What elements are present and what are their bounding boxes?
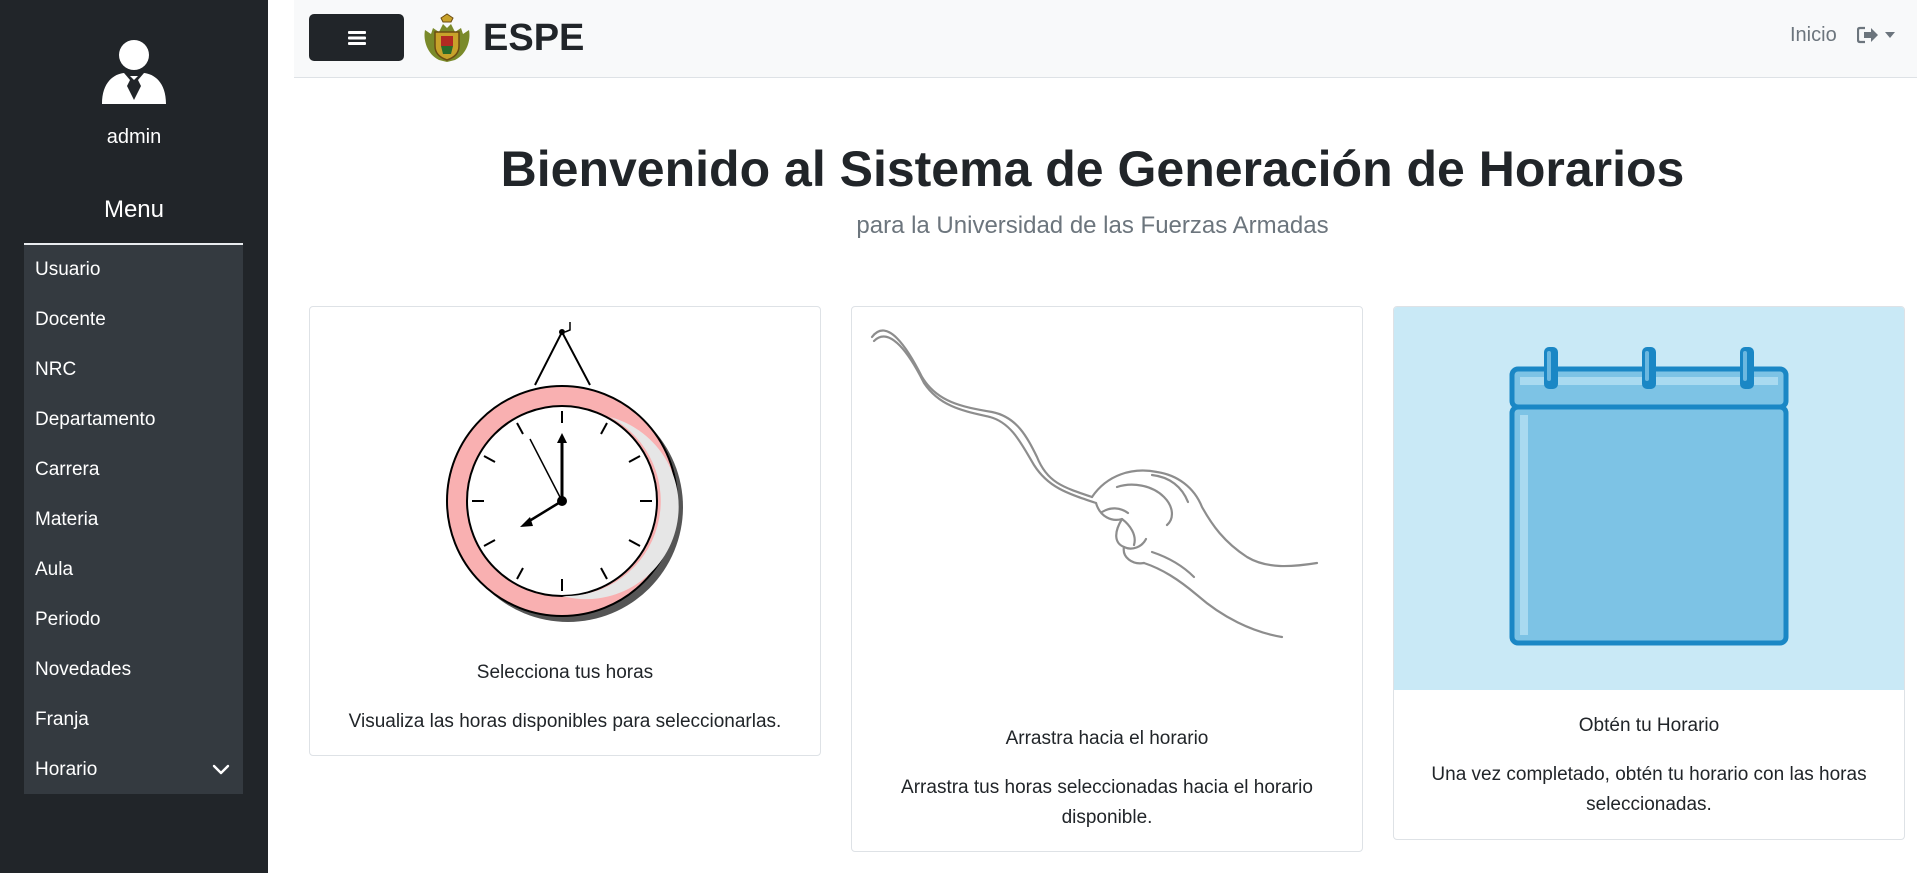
sidebar-item-label: Materia	[35, 509, 99, 530]
hand-drag-icon	[870, 329, 1319, 639]
sidebar-item-carrera[interactable]: Carrera	[24, 445, 243, 495]
sidebar-item-label: Franja	[35, 709, 89, 730]
hamburger-icon	[347, 30, 366, 45]
sidebar-item-departamento[interactable]: Departamento	[24, 395, 243, 445]
brand-name: ESPE	[483, 16, 585, 59]
user-avatar-icon	[102, 40, 166, 104]
card-get-schedule: Obtén tu Horario Una vez completado, obt…	[1393, 306, 1905, 840]
sign-out-icon	[1857, 26, 1878, 44]
card-title: Obtén tu Horario	[1578, 715, 1720, 736]
sidebar-toggle-button[interactable]	[309, 14, 404, 61]
card-text: Visualiza las horas disponibles para sel…	[348, 711, 782, 732]
card-drag-to-schedule: Arrastra hacia el horario Arrastra tus h…	[851, 306, 1363, 852]
caret-down-icon	[1885, 32, 1895, 38]
sidebar-menu: Usuario Docente NRC Departamento Carrera…	[24, 245, 243, 794]
page-subtitle: para la Universidad de las Fuerzas Armad…	[856, 212, 1329, 239]
sidebar-item-franja[interactable]: Franja	[24, 695, 243, 745]
sidebar-item-label: Novedades	[35, 659, 132, 680]
sidebar-item-label: Periodo	[35, 609, 101, 630]
sidebar-item-horario[interactable]: Horario	[24, 745, 243, 795]
menu-title: Menu	[103, 196, 165, 223]
card-title: Selecciona tus horas	[476, 662, 654, 683]
sidebar-username: admin	[106, 126, 162, 148]
clock-icon	[446, 322, 683, 622]
sidebar: admin Menu Usuario Docente NRC Departame…	[0, 0, 268, 873]
calendar-icon	[1394, 307, 1904, 690]
sidebar-item-label: Aula	[35, 559, 74, 580]
card-select-hours: Selecciona tus horas Visualiza las horas…	[309, 306, 821, 756]
nav-inicio-link[interactable]: Inicio	[1790, 24, 1837, 47]
sidebar-item-aula[interactable]: Aula	[24, 545, 243, 595]
sidebar-item-periodo[interactable]: Periodo	[24, 595, 243, 645]
sidebar-item-label: Usuario	[35, 259, 101, 280]
card-text: Arrastra tus horas seleccionadas hacia e…	[901, 777, 1313, 828]
page-title: Bienvenido al Sistema de Generación de H…	[500, 141, 1685, 197]
top-navbar: ESPE Inicio	[294, 0, 1917, 78]
brand[interactable]: ESPE	[421, 10, 584, 66]
sidebar-item-usuario[interactable]: Usuario	[24, 245, 243, 295]
chevron-down-icon[interactable]	[211, 745, 231, 795]
card-text: Una vez completado, obtén tu horario con…	[1431, 764, 1867, 815]
sidebar-item-label: Docente	[35, 309, 106, 330]
sidebar-item-nrc[interactable]: NRC	[24, 345, 243, 395]
espe-crest-logo	[424, 13, 470, 62]
card-title: Arrastra hacia el horario	[1005, 728, 1209, 749]
sidebar-item-novedades[interactable]: Novedades	[24, 645, 243, 695]
sidebar-item-label: Departamento	[35, 409, 156, 430]
sidebar-item-docente[interactable]: Docente	[24, 295, 243, 345]
sidebar-item-label: Horario	[35, 759, 98, 780]
logout-dropdown[interactable]	[1857, 26, 1896, 44]
sidebar-item-label: Carrera	[35, 459, 100, 480]
sidebar-item-label: NRC	[35, 359, 77, 380]
sidebar-item-materia[interactable]: Materia	[24, 495, 243, 545]
